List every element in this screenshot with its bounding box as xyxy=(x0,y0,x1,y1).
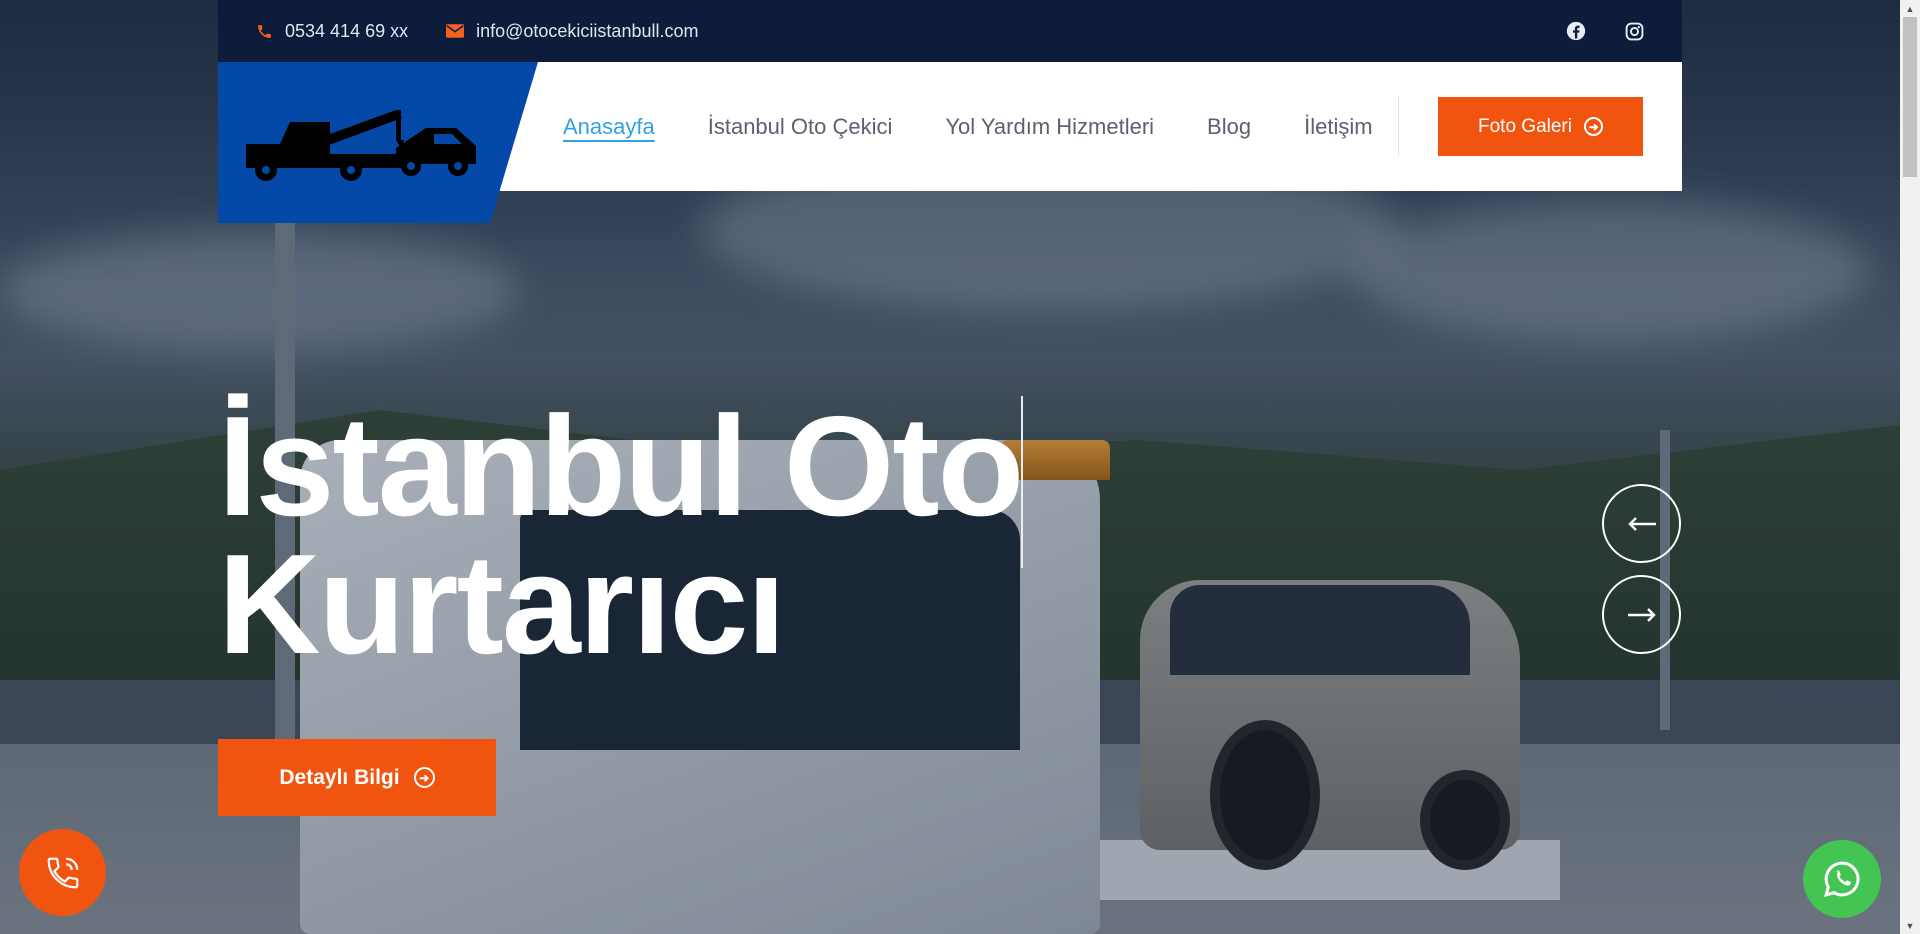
arrow-left-icon xyxy=(1627,516,1656,531)
hero-title-line1: İstanbul Oto xyxy=(218,387,1024,546)
main-nav: Anasayfa İstanbul Oto Çekici Yol Yardım … xyxy=(563,62,1426,191)
detayli-bilgi-label: Detaylı Bilgi xyxy=(279,765,400,789)
foto-galeri-label: Foto Galeri xyxy=(1478,115,1572,137)
facebook-icon[interactable] xyxy=(1566,21,1586,41)
phone-icon xyxy=(256,23,273,40)
tow-truck-icon xyxy=(246,110,476,181)
page-scrollbar[interactable]: ▲ ▼ xyxy=(1900,0,1920,934)
envelope-icon xyxy=(446,24,465,38)
nav-divider xyxy=(1398,96,1399,156)
topbar-phone-text: 0534 414 69 xx xyxy=(285,20,409,41)
top-bar: 0534 414 69 xx info@otocekiciistanbull.c… xyxy=(218,0,1682,62)
topbar-email[interactable]: info@otocekiciistanbull.com xyxy=(446,21,698,42)
slider-next-button[interactable] xyxy=(1602,575,1681,654)
scroll-up-arrow-icon[interactable]: ▲ xyxy=(1900,0,1920,17)
nav-item-anasayfa[interactable]: Anasayfa xyxy=(563,114,655,140)
circle-arrow-right-icon: ➜ xyxy=(1583,117,1603,136)
foto-galeri-button[interactable]: Foto Galeri ➜ xyxy=(1438,97,1643,156)
nav-item-blog[interactable]: Blog xyxy=(1207,114,1251,140)
site-logo[interactable] xyxy=(218,62,538,223)
call-fab-button[interactable] xyxy=(19,829,106,916)
whatsapp-fab-button[interactable] xyxy=(1803,840,1881,918)
typing-cursor xyxy=(1021,396,1023,568)
slider-prev-button[interactable] xyxy=(1602,484,1681,563)
nav-item-istanbul-oto-cekici[interactable]: İstanbul Oto Çekici xyxy=(708,114,893,140)
phone-call-icon xyxy=(47,857,78,888)
nav-item-yol-yardim-hizmetleri[interactable]: Yol Yardım Hizmetleri xyxy=(945,114,1154,140)
hero-title-line2: Kurtarıcı xyxy=(218,525,786,684)
hero-title: İstanbul Oto Kurtarıcı xyxy=(218,387,1024,684)
nav-item-iletisim[interactable]: İletişim xyxy=(1304,114,1372,140)
topbar-email-text: info@otocekiciistanbull.com xyxy=(476,20,699,41)
whatsapp-icon xyxy=(1824,861,1860,897)
circle-arrow-right-icon: ➜ xyxy=(413,767,435,788)
scroll-down-arrow-icon[interactable]: ▼ xyxy=(1900,917,1920,934)
arrow-right-icon xyxy=(1627,607,1656,622)
scroll-thumb[interactable] xyxy=(1903,17,1917,177)
detayli-bilgi-button[interactable]: Detaylı Bilgi ➜ xyxy=(218,739,496,816)
topbar-phone[interactable]: 0534 414 69 xx xyxy=(256,21,408,42)
instagram-icon[interactable] xyxy=(1624,21,1644,41)
social-links xyxy=(1566,21,1644,41)
